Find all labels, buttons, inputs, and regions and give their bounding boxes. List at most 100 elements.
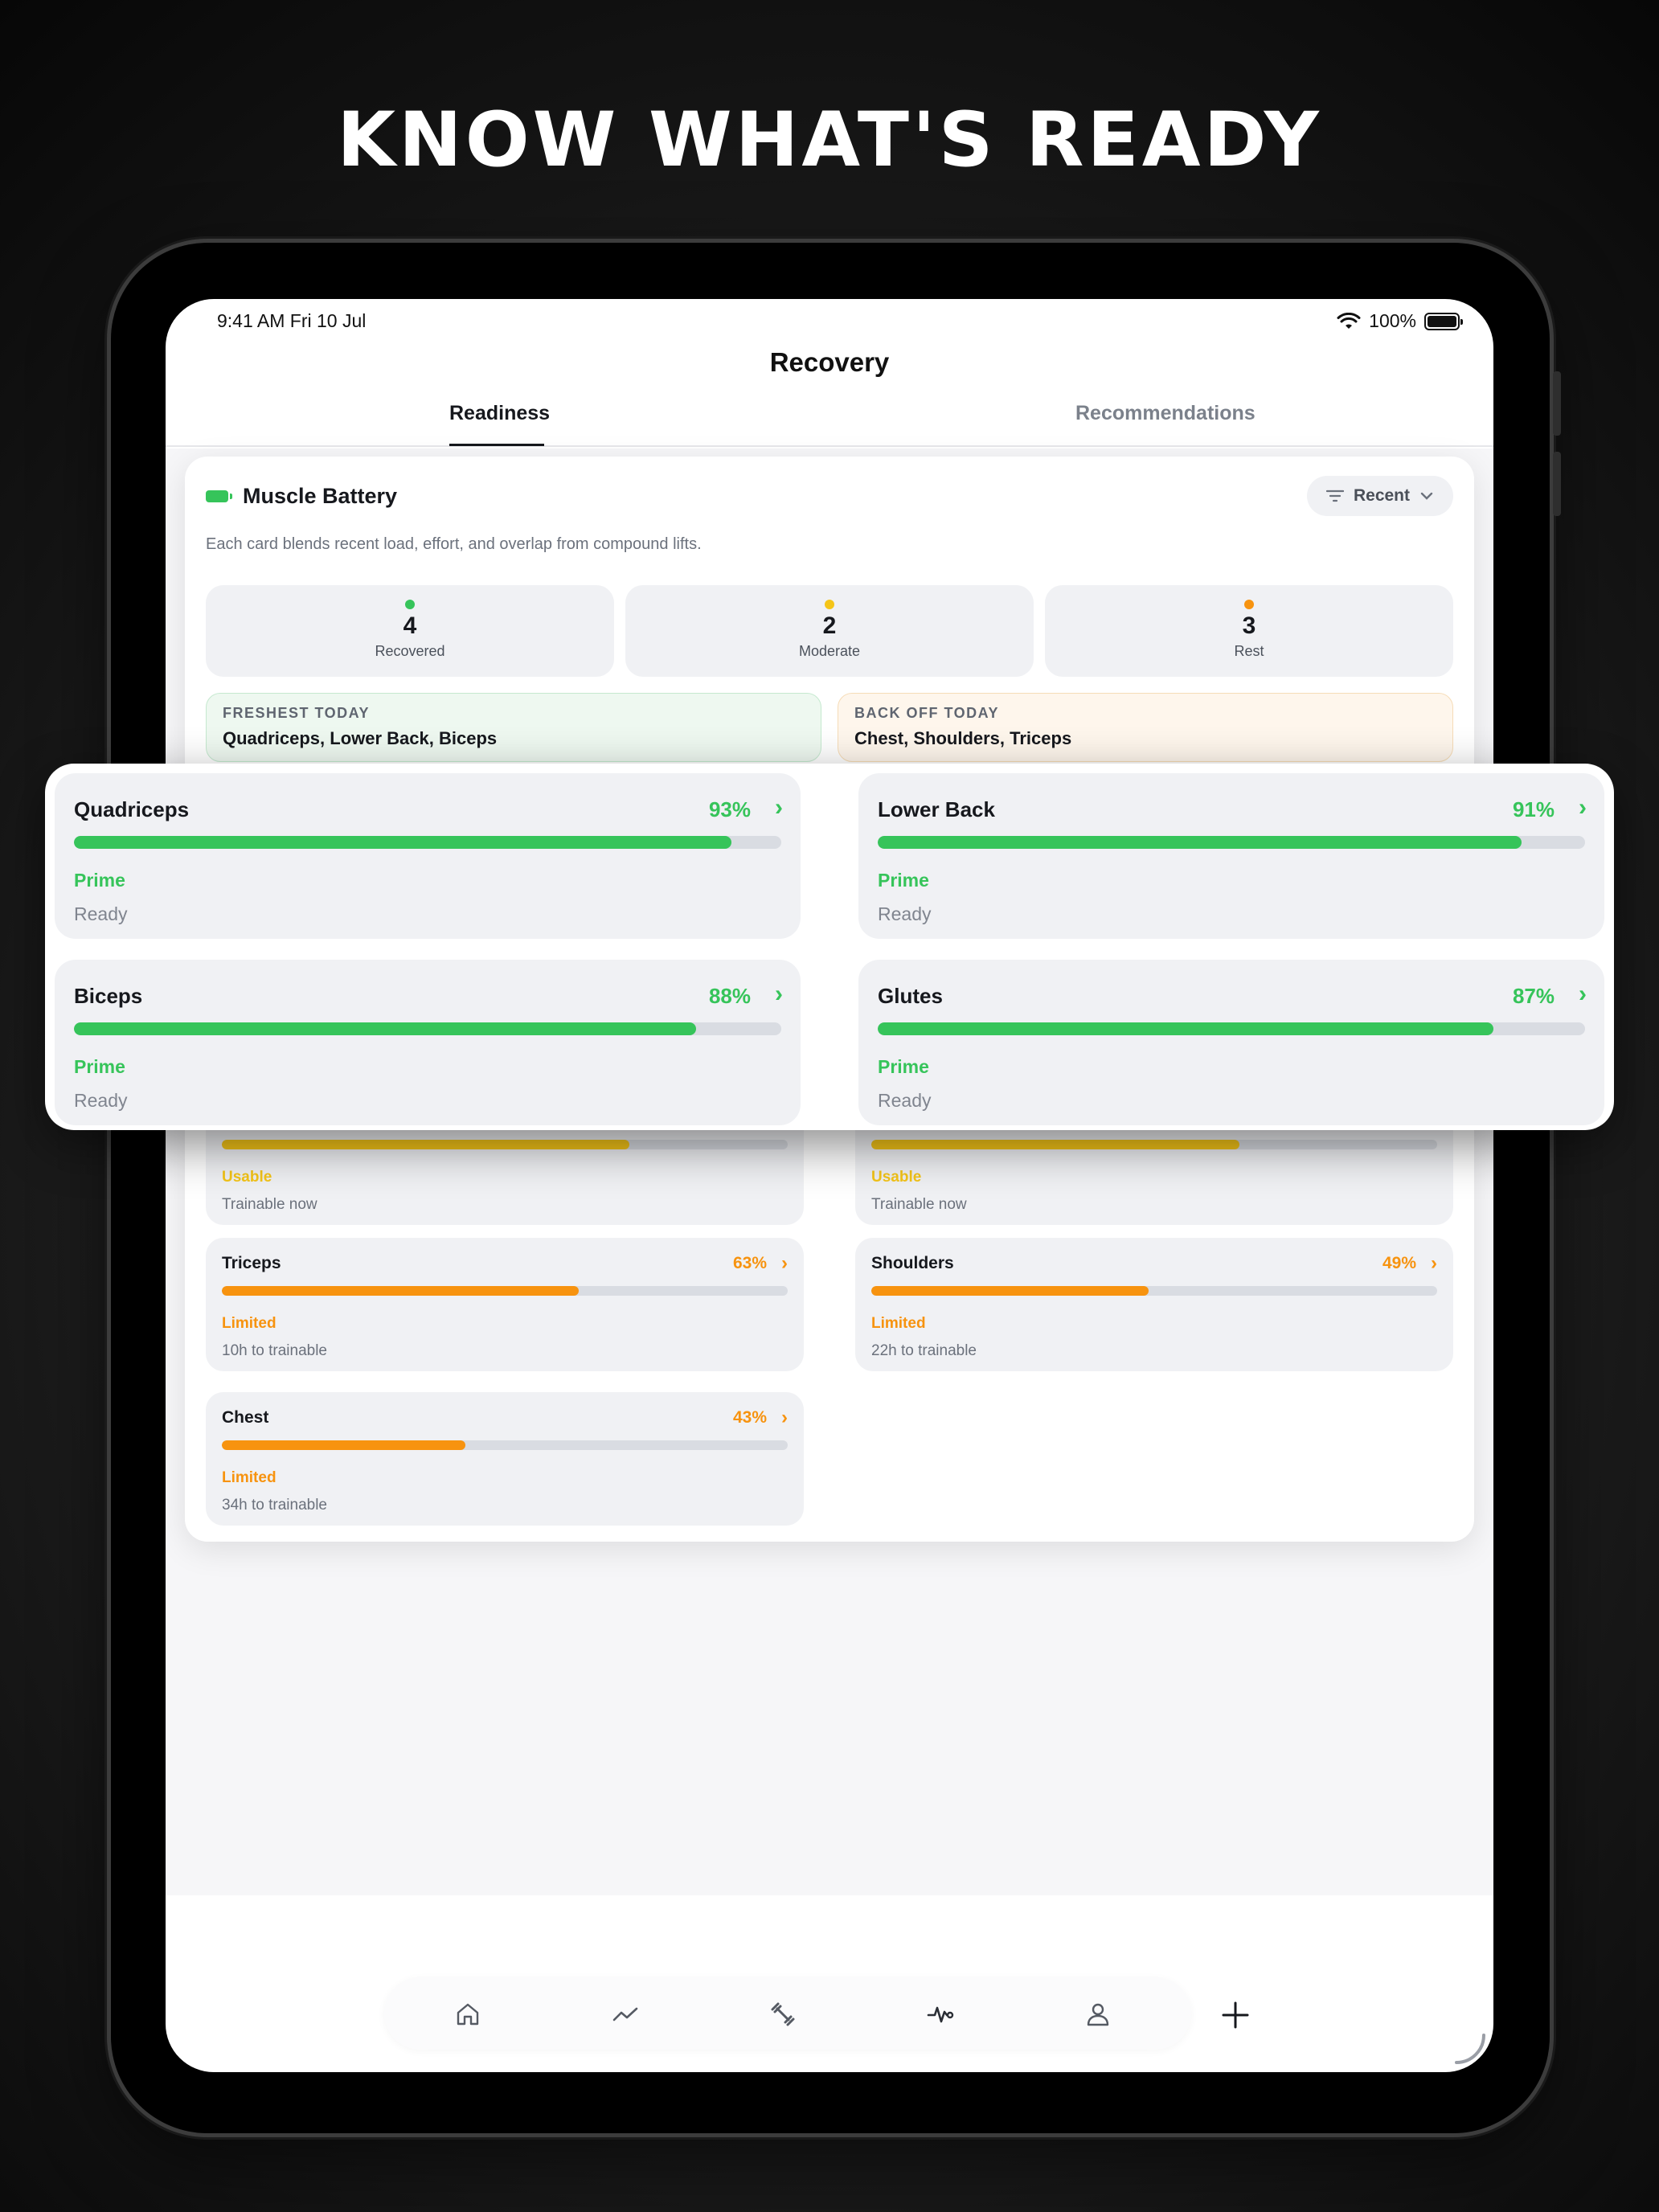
recent-filter-button[interactable]: Recent <box>1306 476 1453 516</box>
status-time: 9:41 AM Fri 10 Jul <box>217 310 367 331</box>
chevron-down-icon <box>1420 492 1433 500</box>
stat-moderate: 2 Moderate <box>625 585 1034 677</box>
segmented-tabs: Readiness Recommendations <box>166 402 1493 447</box>
muscle-name: Triceps <box>222 1254 281 1272</box>
back-off-today-box: BACK OFF TODAY Chest, Shoulders, Triceps <box>838 693 1453 762</box>
muscle-status: Prime <box>878 870 929 891</box>
battery-icon <box>1424 312 1463 330</box>
stat-label: Moderate <box>798 643 861 659</box>
tab-recommendations[interactable]: Recommendations <box>1075 402 1256 425</box>
muscle-percent: 63% <box>732 1254 767 1272</box>
status-dot <box>1244 600 1254 609</box>
battery-icon <box>206 490 232 502</box>
chevron-right-icon: › <box>1579 981 1587 1007</box>
muscle-status: Limited <box>222 1315 276 1332</box>
muscle-status: Prime <box>878 1056 929 1077</box>
muscle-name: Chest <box>222 1408 269 1427</box>
trend-icon[interactable] <box>611 2000 640 2029</box>
readiness-bar <box>222 1440 465 1450</box>
readiness-bar <box>871 1140 1239 1149</box>
stat-label: Recovered <box>375 643 445 659</box>
featured-card-biceps[interactable]: Biceps 88% › Prime Ready <box>55 960 801 1125</box>
filter-icon <box>1325 490 1344 502</box>
chevron-right-icon: › <box>781 1252 788 1274</box>
muscle-detail: 10h to trainable <box>222 1342 327 1359</box>
muscle-status: Prime <box>74 870 125 891</box>
resize-corner-icon <box>1455 2034 1485 2064</box>
wifi-icon <box>1337 312 1361 329</box>
readiness-bar <box>871 1286 1149 1296</box>
page-title: Recovery <box>769 347 890 377</box>
dumbbell-icon[interactable] <box>768 2000 797 2029</box>
stat-count: 2 <box>822 612 837 639</box>
muscle-percent: 91% <box>1512 797 1555 821</box>
muscle-battery-title: Muscle Battery <box>243 484 398 508</box>
chevron-right-icon: › <box>1579 794 1587 821</box>
muscle-detail: Ready <box>878 1090 932 1111</box>
muscle-percent: 88% <box>708 984 751 1008</box>
back-off-muscles: Chest, Shoulders, Triceps <box>854 728 1072 748</box>
muscle-detail: 34h to trainable <box>222 1497 327 1514</box>
chevron-right-icon: › <box>781 1407 788 1428</box>
featured-card-quadriceps[interactable]: Quadriceps 93% › Prime Ready <box>55 773 801 939</box>
status-dot <box>405 600 415 609</box>
muscle-detail: Ready <box>74 1090 128 1111</box>
stat-count: 4 <box>403 612 417 639</box>
heartbeat-icon[interactable] <box>926 2000 955 2029</box>
app-screen: 9:41 AM Fri 10 Jul 100% Recovery Readine… <box>166 299 1493 2072</box>
muscle-status: Prime <box>74 1056 125 1077</box>
muscle-percent: 49% <box>1382 1254 1416 1272</box>
readiness-bar <box>222 1286 579 1296</box>
plus-icon[interactable] <box>1220 2000 1251 2030</box>
readiness-bar <box>74 836 732 849</box>
muscle-percent: 93% <box>708 797 751 821</box>
featured-card-lower-back[interactable]: Lower Back 91% › Prime Ready <box>858 773 1604 939</box>
freshest-muscles: Quadriceps, Lower Back, Biceps <box>223 728 498 748</box>
readiness-bar <box>878 1022 1493 1035</box>
muscle-status: Usable <box>871 1169 922 1186</box>
muscle-name: Quadriceps <box>74 797 190 821</box>
muscle-percent: 43% <box>732 1408 767 1427</box>
chevron-right-icon: › <box>775 981 783 1007</box>
battery-percent: 100% <box>1369 310 1416 331</box>
home-icon[interactable] <box>453 2000 482 2029</box>
tab-readiness[interactable]: Readiness <box>449 402 550 425</box>
stat-label: Rest <box>1234 643 1264 659</box>
muscle-name: Lower Back <box>878 797 995 821</box>
headline: KNOW WHAT'S READY <box>337 96 1322 184</box>
status-dot <box>825 600 834 609</box>
muscle-name: Biceps <box>74 984 143 1008</box>
freshest-kicker: FRESHEST TODAY <box>223 705 371 721</box>
recent-filter-label: Recent <box>1353 486 1410 505</box>
muscle-card-shoulders[interactable]: Shoulders 49% › Limited 22h to trainable <box>855 1238 1453 1371</box>
stat-count: 3 <box>1242 612 1256 639</box>
muscle-percent: 87% <box>1512 984 1555 1008</box>
tab-underline <box>449 444 544 446</box>
muscle-status: Limited <box>222 1469 276 1486</box>
chevron-right-icon: › <box>775 794 783 821</box>
muscle-card-chest[interactable]: Chest 43% › Limited 34h to trainable <box>206 1392 804 1526</box>
muscle-detail: Ready <box>74 903 128 924</box>
readiness-bar <box>222 1140 629 1149</box>
readiness-bar <box>74 1022 697 1035</box>
muscle-name: Shoulders <box>871 1254 954 1272</box>
muscle-battery-subtitle: Each card blends recent load, effort, an… <box>206 535 702 553</box>
muscle-detail: Trainable now <box>871 1196 967 1213</box>
muscle-card-triceps[interactable]: Triceps 63% › Limited 10h to trainable <box>206 1238 804 1371</box>
readiness-bar <box>878 836 1522 849</box>
muscle-detail: 22h to trainable <box>871 1342 977 1359</box>
featured-muscles-overlay: Quadriceps 93% › Prime Ready Lower Back … <box>45 764 1614 1130</box>
stat-recovered: 4 Recovered <box>206 585 614 677</box>
stat-rest: 3 Rest <box>1045 585 1453 677</box>
muscle-status: Limited <box>871 1315 926 1332</box>
featured-card-glutes[interactable]: Glutes 87% › Prime Ready <box>858 960 1604 1125</box>
profile-icon[interactable] <box>1083 2000 1112 2029</box>
freshest-today-box: FRESHEST TODAY Quadriceps, Lower Back, B… <box>206 693 821 762</box>
muscle-status: Usable <box>222 1169 272 1186</box>
muscle-name: Glutes <box>878 984 943 1008</box>
status-bar: 9:41 AM Fri 10 Jul 100% <box>166 299 1493 341</box>
muscle-detail: Ready <box>878 903 932 924</box>
tab-bar <box>384 1977 1191 2050</box>
back-off-kicker: BACK OFF TODAY <box>854 705 1000 721</box>
chevron-right-icon: › <box>1431 1252 1437 1274</box>
